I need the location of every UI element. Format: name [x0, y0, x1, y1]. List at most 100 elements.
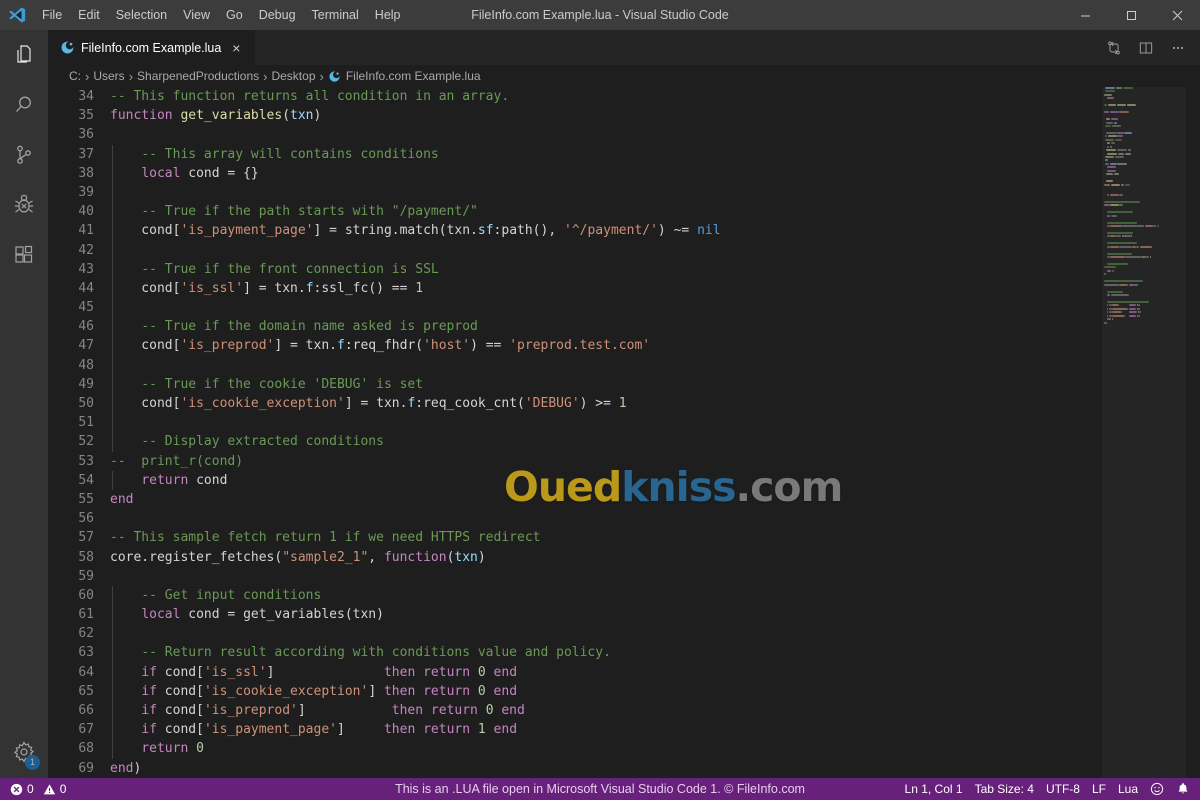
tab-fileinfo-example-lua[interactable]: FileInfo.com Example.lua ×	[48, 30, 257, 65]
sidebar-item-explorer[interactable]	[0, 30, 48, 80]
code-line[interactable]: 38 local cond = {}	[48, 164, 1102, 183]
code-line[interactable]: 69 end)	[48, 759, 1102, 778]
line-content[interactable]: -- Display extracted conditions	[110, 432, 1102, 451]
code-line[interactable]: 46 -- True if the domain name asked is p…	[48, 317, 1102, 336]
code-line[interactable]: 48	[48, 356, 1102, 375]
close-button[interactable]	[1154, 0, 1200, 30]
code-line[interactable]: 56	[48, 509, 1102, 528]
minimap[interactable]	[1102, 87, 1186, 778]
menu-view[interactable]: View	[175, 0, 218, 30]
code-line[interactable]: 44 cond['is_ssl'] = txn.f:ssl_fc() == 1	[48, 279, 1102, 298]
code-line[interactable]: 62	[48, 624, 1102, 643]
line-content[interactable]: -- print_r(cond)	[110, 452, 1102, 471]
sidebar-item-run-and-debug[interactable]	[0, 180, 48, 230]
line-content[interactable]: cond['is_preprod'] = txn.f:req_fhdr('hos…	[110, 336, 1102, 355]
line-content[interactable]: cond['is_ssl'] = txn.f:ssl_fc() == 1	[110, 279, 1102, 298]
manage-gear-icon[interactable]: 1	[0, 726, 48, 778]
breadcrumb-item-drive[interactable]: C:	[67, 69, 83, 83]
smiley-icon[interactable]	[1144, 778, 1170, 800]
menu-edit[interactable]: Edit	[70, 0, 108, 30]
code-line[interactable]: 47 cond['is_preprod'] = txn.f:req_fhdr('…	[48, 336, 1102, 355]
line-content[interactable]: -- True if the domain name asked is prep…	[110, 317, 1102, 336]
sidebar-item-extensions[interactable]	[0, 230, 48, 280]
split-editor-icon[interactable]	[1132, 34, 1160, 62]
line-content[interactable]: if cond['is_ssl'] then return 0 end	[110, 663, 1102, 682]
line-content[interactable]: -- This array will contains conditions	[110, 145, 1102, 164]
line-content[interactable]: cond['is_cookie_exception'] = txn.f:req_…	[110, 394, 1102, 413]
code-line[interactable]: 50 cond['is_cookie_exception'] = txn.f:r…	[48, 394, 1102, 413]
line-content[interactable]: return cond	[110, 471, 1102, 490]
ellipsis-icon[interactable]	[1164, 34, 1192, 62]
status-language-mode[interactable]: Lua	[1112, 778, 1144, 800]
line-content[interactable]: end	[110, 490, 1102, 509]
line-content[interactable]: -- True if the cookie 'DEBUG' is set	[110, 375, 1102, 394]
line-content[interactable]: local cond = {}	[110, 164, 1102, 183]
code-line[interactable]: 65 if cond['is_cookie_exception'] then r…	[48, 682, 1102, 701]
menu-selection[interactable]: Selection	[108, 0, 175, 30]
menu-go[interactable]: Go	[218, 0, 251, 30]
code-scroll-region[interactable]: 34 -- This function returns all condition…	[48, 87, 1102, 778]
breadcrumb-item-file[interactable]: FileInfo.com Example.lua	[326, 69, 483, 83]
status-tab-size[interactable]: Tab Size: 4	[969, 778, 1040, 800]
breadcrumb-item-desktop[interactable]: Desktop	[269, 69, 317, 83]
sidebar-item-search[interactable]	[0, 80, 48, 130]
breadcrumb-item-sharpenedproductions[interactable]: SharpenedProductions	[135, 69, 261, 83]
code-line[interactable]: 40 -- True if the path starts with "/pay…	[48, 202, 1102, 221]
code-line[interactable]: 58 core.register_fetches("sample2_1", fun…	[48, 548, 1102, 567]
code-line[interactable]: 63 -- Return result according with condi…	[48, 643, 1102, 662]
code-line[interactable]: 41 cond['is_payment_page'] = string.matc…	[48, 221, 1102, 240]
line-content[interactable]: cond['is_payment_page'] = string.match(t…	[110, 221, 1102, 240]
menu-terminal[interactable]: Terminal	[304, 0, 367, 30]
code-line[interactable]: 68 return 0	[48, 739, 1102, 758]
status-cursor-position[interactable]: Ln 1, Col 1	[899, 778, 969, 800]
status-encoding[interactable]: UTF-8	[1040, 778, 1086, 800]
code-line[interactable]: 39	[48, 183, 1102, 202]
menu-help[interactable]: Help	[367, 0, 409, 30]
line-content[interactable]: if cond['is_cookie_exception'] then retu…	[110, 682, 1102, 701]
code-line[interactable]: 34 -- This function returns all condition…	[48, 87, 1102, 106]
code-line[interactable]: 37 -- This array will contains condition…	[48, 145, 1102, 164]
code-editor[interactable]: 34 -- This function returns all condition…	[48, 87, 1200, 778]
line-content[interactable]: -- Return result according with conditio…	[110, 643, 1102, 662]
status-problems[interactable]: 0 0	[4, 778, 72, 800]
line-content[interactable]: return 0	[110, 739, 1102, 758]
code-line[interactable]: 53 -- print_r(cond)	[48, 452, 1102, 471]
code-line[interactable]: 43 -- True if the front connection is SS…	[48, 260, 1102, 279]
close-icon[interactable]: ×	[227, 41, 245, 55]
code-line[interactable]: 61 local cond = get_variables(txn)	[48, 605, 1102, 624]
breadcrumb-item-users[interactable]: Users	[91, 69, 126, 83]
code-line[interactable]: 66 if cond['is_preprod'] then return 0 e…	[48, 701, 1102, 720]
code-line[interactable]: 59	[48, 567, 1102, 586]
line-content[interactable]: function get_variables(txn)	[110, 106, 1102, 125]
code-line[interactable]: 49 -- True if the cookie 'DEBUG' is set	[48, 375, 1102, 394]
editor-vertical-scrollbar[interactable]	[1186, 87, 1200, 778]
code-line[interactable]: 67 if cond['is_payment_page'] then retur…	[48, 720, 1102, 739]
line-content[interactable]: if cond['is_payment_page'] then return 1…	[110, 720, 1102, 739]
line-content[interactable]: end)	[110, 759, 1102, 778]
status-eol[interactable]: LF	[1086, 778, 1112, 800]
code-line[interactable]: 54 return cond	[48, 471, 1102, 490]
minimap-slider[interactable]	[1102, 87, 1186, 778]
code-line[interactable]: 64 if cond['is_ssl'] then return 0 end	[48, 663, 1102, 682]
window-controls[interactable]	[1062, 0, 1200, 30]
code-line[interactable]: 36	[48, 125, 1102, 144]
menu-file[interactable]: File	[34, 0, 70, 30]
code-line[interactable]: 57 -- This sample fetch return 1 if we ne…	[48, 528, 1102, 547]
code-line[interactable]: 60 -- Get input conditions	[48, 586, 1102, 605]
code-line[interactable]: 52 -- Display extracted conditions	[48, 432, 1102, 451]
line-content[interactable]: if cond['is_preprod'] then return 0 end	[110, 701, 1102, 720]
minimize-button[interactable]	[1062, 0, 1108, 30]
maximize-button[interactable]	[1108, 0, 1154, 30]
code-line[interactable]: 51	[48, 413, 1102, 432]
line-content[interactable]: -- True if the front connection is SSL	[110, 260, 1102, 279]
sidebar-item-source-control[interactable]	[0, 130, 48, 180]
line-content[interactable]: -- This sample fetch return 1 if we need…	[110, 528, 1102, 547]
line-content[interactable]: -- This function returns all condition i…	[110, 87, 1102, 106]
menu-bar[interactable]: File Edit Selection View Go Debug Termin…	[34, 0, 409, 30]
line-content[interactable]: local cond = get_variables(txn)	[110, 605, 1102, 624]
code-line[interactable]: 55 end	[48, 490, 1102, 509]
line-content[interactable]: -- True if the path starts with "/paymen…	[110, 202, 1102, 221]
code-line[interactable]: 35 function get_variables(txn)	[48, 106, 1102, 125]
code-line[interactable]: 45	[48, 298, 1102, 317]
code-lines[interactable]: 34 -- This function returns all condition…	[48, 87, 1102, 778]
